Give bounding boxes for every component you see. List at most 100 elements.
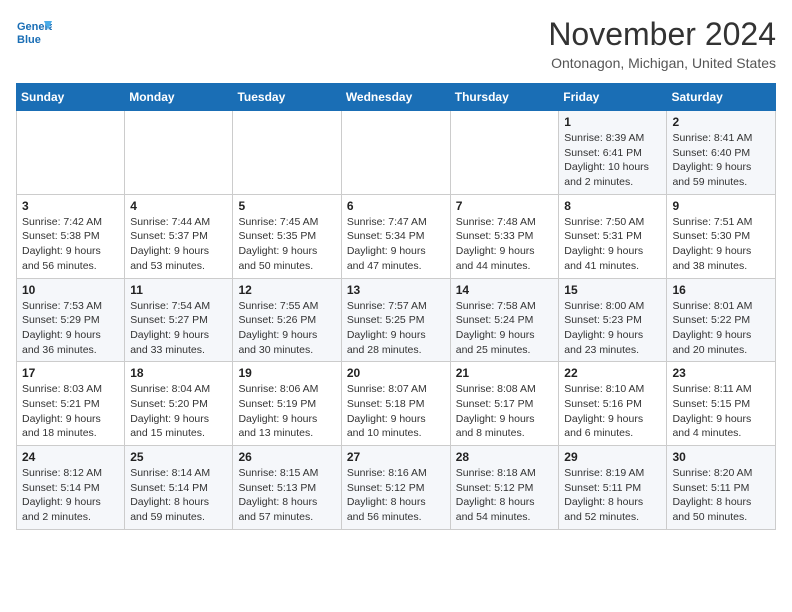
calendar-cell: 6 Sunrise: 7:47 AM Sunset: 5:34 PM Daylig… [341,194,450,278]
day-number: 11 [130,283,227,297]
day-info: Sunrise: 8:03 AM Sunset: 5:21 PM Dayligh… [22,382,119,441]
day-number: 9 [672,199,770,213]
day-info: Sunrise: 8:10 AM Sunset: 5:16 PM Dayligh… [564,382,661,441]
calendar-cell: 23Sunrise: 8:11 AM Sunset: 5:15 PM Dayli… [667,362,776,446]
logo: General Blue [16,16,52,52]
calendar-weekday-tuesday: Tuesday [233,84,341,111]
calendar-week-row: 24 Sunrise: 8:12 AM Sunset: 5:14 PM Dayli… [17,446,776,530]
calendar-cell: 2 Sunrise: 8:41 AM Sunset: 6:40 PM Daylig… [667,111,776,195]
day-number: 24 [22,450,119,464]
day-info: Sunrise: 7:55 AM Sunset: 5:26 PM Dayligh… [238,299,335,358]
svg-text:Blue: Blue [17,34,41,46]
day-info: Sunrise: 8:06 AM Sunset: 5:19 PM Dayligh… [238,382,335,441]
day-info: Sunrise: 7:44 AM Sunset: 5:37 PM Dayligh… [130,215,227,274]
day-info: Sunrise: 8:11 AM Sunset: 5:15 PM Dayligh… [672,382,770,441]
day-number: 6 [347,199,445,213]
day-info: Sunrise: 7:48 AM Sunset: 5:33 PM Dayligh… [456,215,554,274]
calendar-week-row: 10 Sunrise: 7:53 AM Sunset: 5:29 PM Dayli… [17,278,776,362]
calendar-cell: 5Sunrise: 7:45 AM Sunset: 5:35 PM Daylig… [233,194,341,278]
calendar-weekday-friday: Friday [559,84,667,111]
calendar-cell: 3 Sunrise: 7:42 AM Sunset: 5:38 PM Daylig… [17,194,125,278]
calendar-cell [125,111,233,195]
day-number: 18 [130,366,227,380]
day-number: 21 [456,366,554,380]
calendar-cell: 24 Sunrise: 8:12 AM Sunset: 5:14 PM Dayli… [17,446,125,530]
day-info: Sunrise: 7:42 AM Sunset: 5:38 PM Dayligh… [22,215,119,274]
calendar-cell: 26 Sunrise: 8:15 AM Sunset: 5:13 PM Dayli… [233,446,341,530]
day-info: Sunrise: 8:14 AM Sunset: 5:14 PM Dayligh… [130,466,227,525]
day-info: Sunrise: 8:39 AM Sunset: 6:41 PM Dayligh… [564,131,661,190]
calendar-cell: 4Sunrise: 7:44 AM Sunset: 5:37 PM Daylig… [125,194,233,278]
day-info: Sunrise: 8:18 AM Sunset: 5:12 PM Dayligh… [456,466,554,525]
day-info: Sunrise: 8:41 AM Sunset: 6:40 PM Dayligh… [672,131,770,190]
day-number: 13 [347,283,445,297]
calendar-cell [450,111,559,195]
day-info: Sunrise: 7:45 AM Sunset: 5:35 PM Dayligh… [238,215,335,274]
calendar-cell: 27 Sunrise: 8:16 AM Sunset: 5:12 PM Dayli… [341,446,450,530]
day-number: 30 [672,450,770,464]
calendar-week-row: 17Sunrise: 8:03 AM Sunset: 5:21 PM Dayli… [17,362,776,446]
day-number: 26 [238,450,335,464]
day-number: 16 [672,283,770,297]
calendar-cell: 19 Sunrise: 8:06 AM Sunset: 5:19 PM Dayli… [233,362,341,446]
day-info: Sunrise: 7:58 AM Sunset: 5:24 PM Dayligh… [456,299,554,358]
day-info: Sunrise: 8:00 AM Sunset: 5:23 PM Dayligh… [564,299,661,358]
calendar-cell: 11 Sunrise: 7:54 AM Sunset: 5:27 PM Dayli… [125,278,233,362]
day-info: Sunrise: 8:20 AM Sunset: 5:11 PM Dayligh… [672,466,770,525]
calendar-cell: 30 Sunrise: 8:20 AM Sunset: 5:11 PM Dayli… [667,446,776,530]
title-block: November 2024 Ontonagon, Michigan, Unite… [548,16,776,71]
day-number: 1 [564,115,661,129]
day-number: 29 [564,450,661,464]
day-info: Sunrise: 8:15 AM Sunset: 5:13 PM Dayligh… [238,466,335,525]
calendar-cell [233,111,341,195]
day-number: 10 [22,283,119,297]
day-info: Sunrise: 8:07 AM Sunset: 5:18 PM Dayligh… [347,382,445,441]
calendar-week-row: 1 Sunrise: 8:39 AM Sunset: 6:41 PM Daylig… [17,111,776,195]
location-label: Ontonagon, Michigan, United States [548,55,776,71]
calendar-header-row: SundayMondayTuesdayWednesdayThursdayFrid… [17,84,776,111]
day-number: 15 [564,283,661,297]
day-info: Sunrise: 7:50 AM Sunset: 5:31 PM Dayligh… [564,215,661,274]
day-number: 7 [456,199,554,213]
calendar-cell: 1 Sunrise: 8:39 AM Sunset: 6:41 PM Daylig… [559,111,667,195]
calendar-cell: 13 Sunrise: 7:57 AM Sunset: 5:25 PM Dayli… [341,278,450,362]
day-info: Sunrise: 8:01 AM Sunset: 5:22 PM Dayligh… [672,299,770,358]
calendar-cell: 25 Sunrise: 8:14 AM Sunset: 5:14 PM Dayli… [125,446,233,530]
day-info: Sunrise: 7:57 AM Sunset: 5:25 PM Dayligh… [347,299,445,358]
day-info: Sunrise: 8:19 AM Sunset: 5:11 PM Dayligh… [564,466,661,525]
calendar-cell: 12 Sunrise: 7:55 AM Sunset: 5:26 PM Dayli… [233,278,341,362]
calendar-cell: 18 Sunrise: 8:04 AM Sunset: 5:20 PM Dayli… [125,362,233,446]
calendar-table: SundayMondayTuesdayWednesdayThursdayFrid… [16,83,776,530]
day-number: 25 [130,450,227,464]
calendar-cell: 15 Sunrise: 8:00 AM Sunset: 5:23 PM Dayli… [559,278,667,362]
calendar-weekday-sunday: Sunday [17,84,125,111]
calendar-week-row: 3 Sunrise: 7:42 AM Sunset: 5:38 PM Daylig… [17,194,776,278]
day-number: 12 [238,283,335,297]
calendar-cell: 16 Sunrise: 8:01 AM Sunset: 5:22 PM Dayli… [667,278,776,362]
calendar-weekday-saturday: Saturday [667,84,776,111]
day-info: Sunrise: 8:12 AM Sunset: 5:14 PM Dayligh… [22,466,119,525]
calendar-cell [341,111,450,195]
day-info: Sunrise: 7:53 AM Sunset: 5:29 PM Dayligh… [22,299,119,358]
logo-icon: General Blue [16,16,52,52]
calendar-cell: 8Sunrise: 7:50 AM Sunset: 5:31 PM Daylig… [559,194,667,278]
day-info: Sunrise: 7:47 AM Sunset: 5:34 PM Dayligh… [347,215,445,274]
day-number: 14 [456,283,554,297]
calendar-cell [17,111,125,195]
calendar-cell: 28Sunrise: 8:18 AM Sunset: 5:12 PM Dayli… [450,446,559,530]
calendar-weekday-thursday: Thursday [450,84,559,111]
day-info: Sunrise: 8:08 AM Sunset: 5:17 PM Dayligh… [456,382,554,441]
calendar-cell: 17Sunrise: 8:03 AM Sunset: 5:21 PM Dayli… [17,362,125,446]
month-title: November 2024 [548,16,776,53]
day-number: 27 [347,450,445,464]
day-info: Sunrise: 8:04 AM Sunset: 5:20 PM Dayligh… [130,382,227,441]
calendar-weekday-monday: Monday [125,84,233,111]
day-number: 19 [238,366,335,380]
day-info: Sunrise: 7:54 AM Sunset: 5:27 PM Dayligh… [130,299,227,358]
day-number: 2 [672,115,770,129]
calendar-cell: 10 Sunrise: 7:53 AM Sunset: 5:29 PM Dayli… [17,278,125,362]
day-info: Sunrise: 8:16 AM Sunset: 5:12 PM Dayligh… [347,466,445,525]
day-number: 3 [22,199,119,213]
page-header: General Blue November 2024 Ontonagon, Mi… [16,16,776,71]
day-info: Sunrise: 7:51 AM Sunset: 5:30 PM Dayligh… [672,215,770,274]
